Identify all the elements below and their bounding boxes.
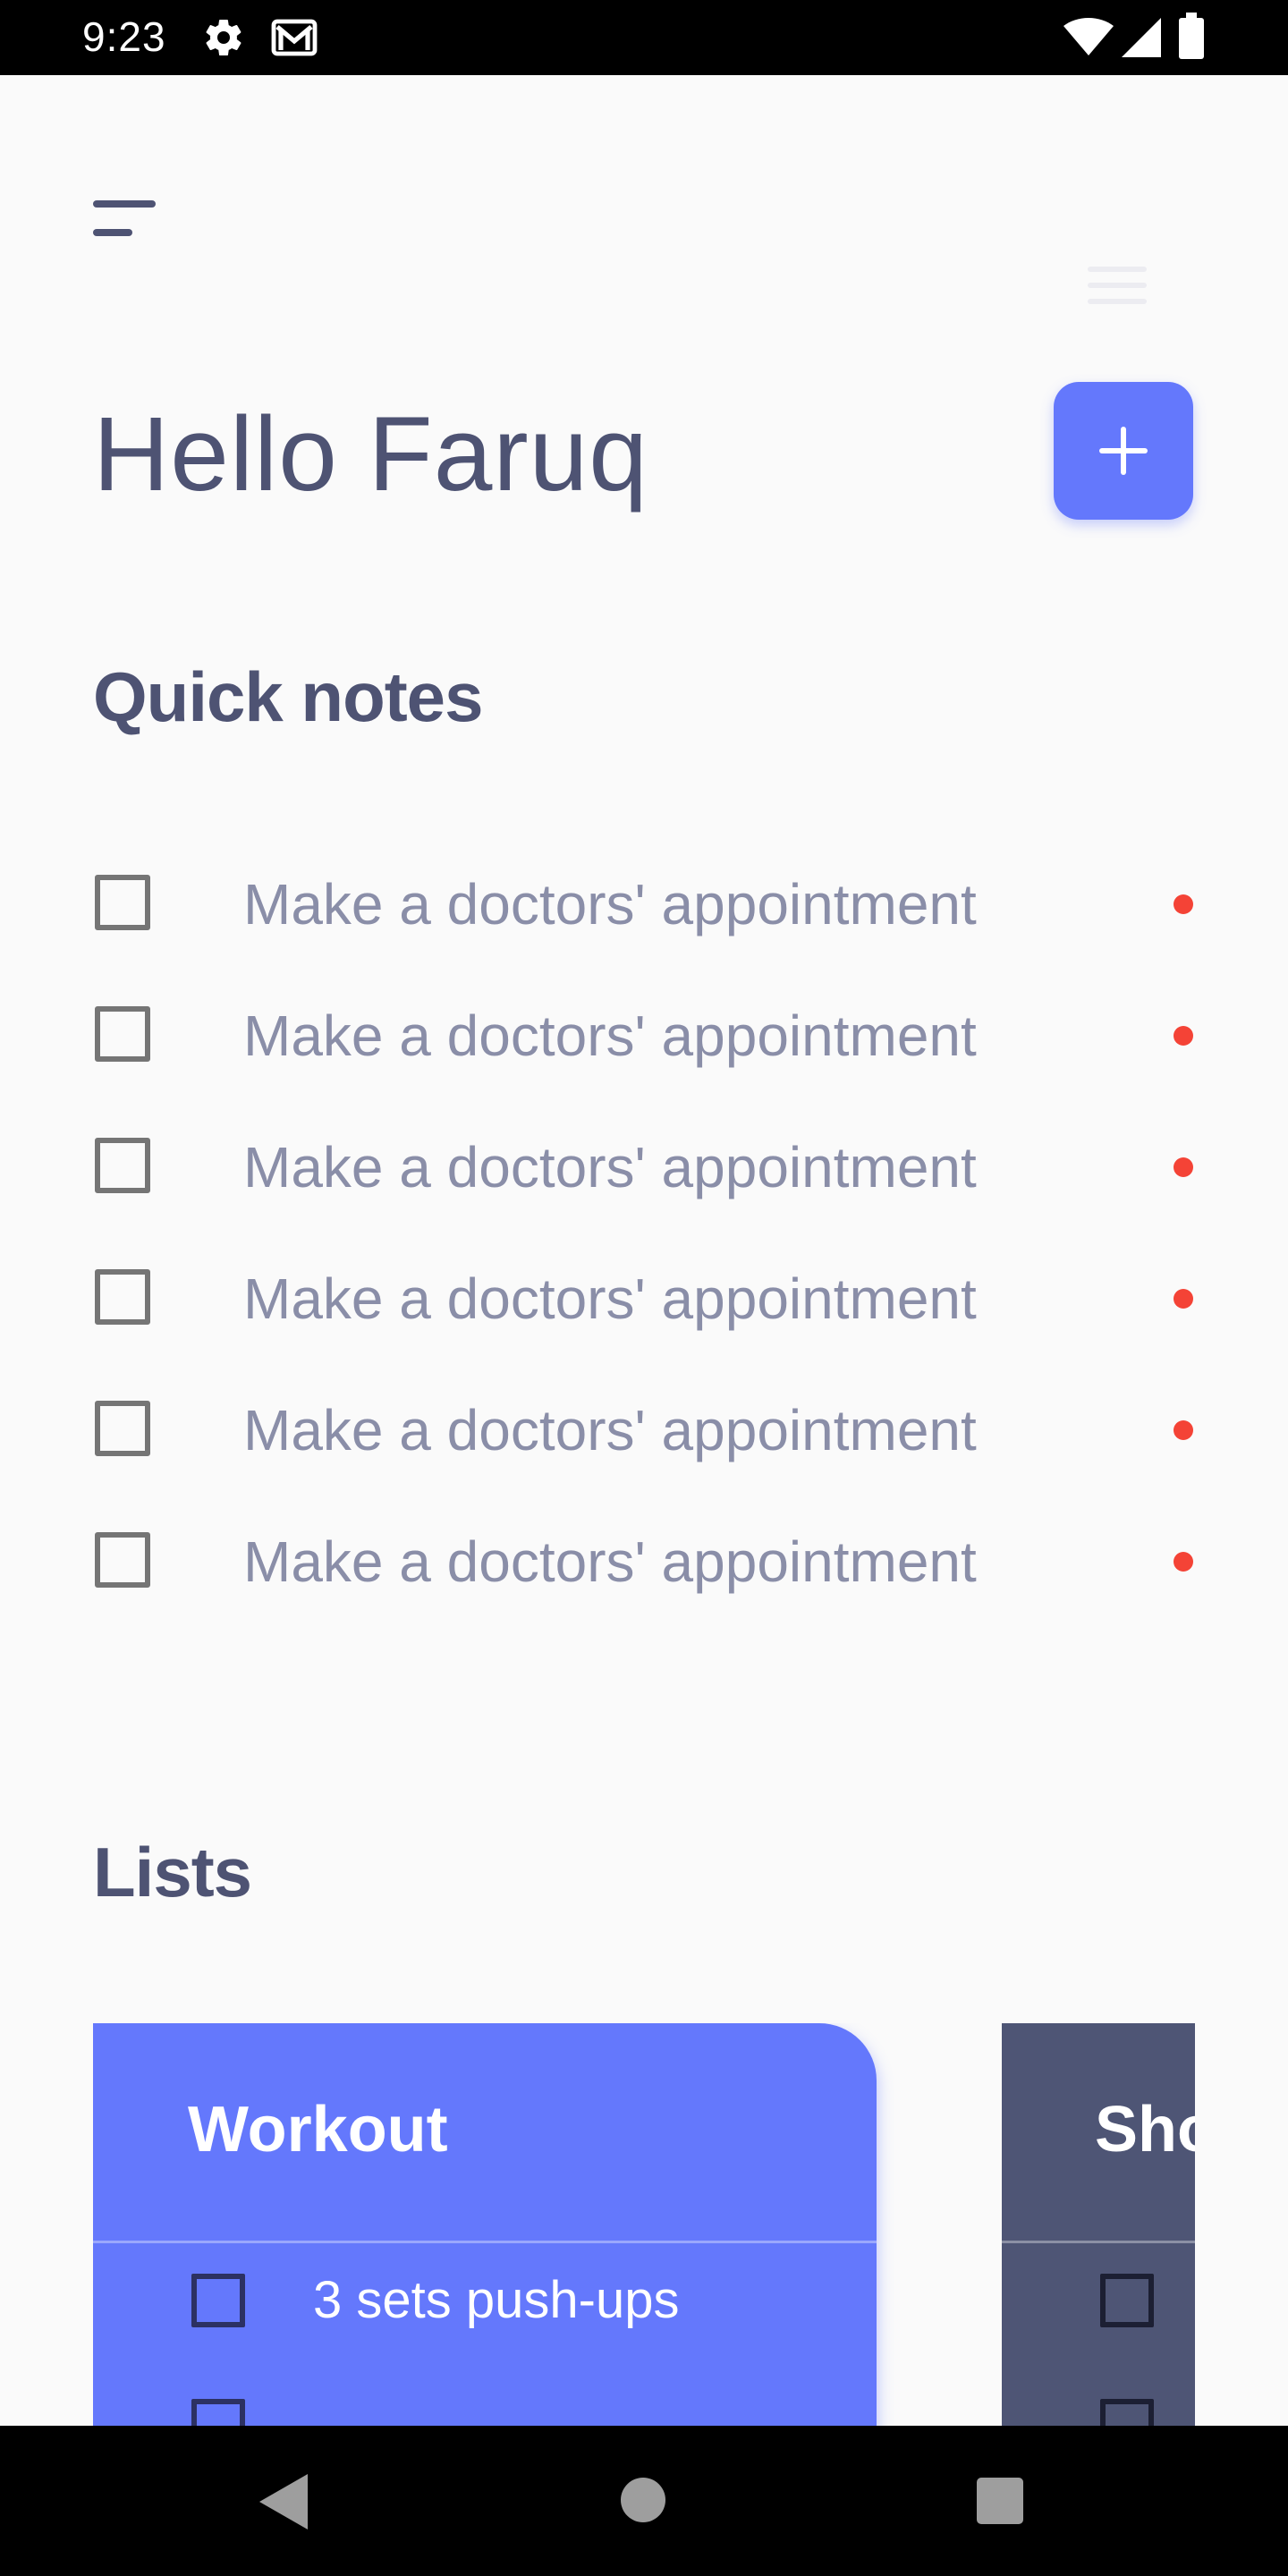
quick-note-item: Make a doctors' appointment (93, 987, 1195, 1076)
card-list-item (1002, 2274, 1195, 2381)
note-checkbox[interactable] (95, 1532, 150, 1588)
navigation-bar (0, 2426, 1288, 2576)
card-list-item (93, 2399, 877, 2426)
signal-icon (1122, 18, 1161, 57)
note-text: Make a doctors' appointment (243, 1398, 977, 1462)
options-menu-icon[interactable] (1088, 267, 1148, 309)
greeting-title: Hello Faruq (93, 395, 648, 513)
home-icon[interactable] (621, 2478, 665, 2522)
app-screen: Hello Faruq Quick notes Make a doctors' … (0, 75, 1288, 2426)
note-checkbox[interactable] (95, 1138, 150, 1193)
priority-dot (1174, 1552, 1193, 1572)
gmail-icon (271, 19, 318, 56)
priority-dot (1174, 1420, 1193, 1440)
card-item-checkbox[interactable] (1100, 2274, 1154, 2327)
note-text: Make a doctors' appointment (243, 872, 977, 936)
status-bar: 9:23 (0, 0, 1288, 75)
note-text: Make a doctors' appointment (243, 1267, 977, 1331)
card-title: Shopping (1095, 2094, 1195, 2165)
note-checkbox[interactable] (95, 875, 150, 930)
note-checkbox[interactable] (95, 1401, 150, 1456)
quick-note-item: Make a doctors' appointment (93, 1250, 1195, 1339)
card-item-text: 3 sets push-ups (313, 2271, 680, 2329)
card-list-item (1002, 2399, 1195, 2426)
list-card-workout[interactable]: Workout 3 sets push-ups (93, 2023, 877, 2426)
lists-carousel[interactable]: Workout 3 sets push-ups Shopping (93, 2023, 1195, 2426)
priority-dot (1174, 1157, 1193, 1177)
card-list-item: 3 sets push-ups (93, 2271, 877, 2381)
lists-title: Lists (93, 1833, 252, 1911)
quick-note-item: Make a doctors' appointment (93, 1513, 1195, 1602)
back-icon[interactable] (259, 2474, 308, 2529)
status-time: 9:23 (82, 13, 166, 60)
priority-dot (1174, 1026, 1193, 1046)
battery-icon (1179, 13, 1204, 59)
quick-note-item: Make a doctors' appointment (93, 1381, 1195, 1470)
quick-note-item: Make a doctors' appointment (93, 855, 1195, 945)
list-card-shopping[interactable]: Shopping (1002, 2023, 1195, 2426)
note-text: Make a doctors' appointment (243, 1530, 977, 1594)
drawer-menu-icon[interactable] (93, 200, 157, 254)
card-item-checkbox[interactable] (1100, 2399, 1154, 2426)
add-note-button[interactable] (1054, 382, 1193, 520)
note-checkbox[interactable] (95, 1006, 150, 1062)
recents-icon[interactable] (977, 2478, 1023, 2524)
note-text: Make a doctors' appointment (243, 1135, 977, 1199)
priority-dot (1174, 894, 1193, 914)
card-item-checkbox[interactable] (191, 2399, 245, 2426)
note-checkbox[interactable] (95, 1269, 150, 1325)
quick-note-item: Make a doctors' appointment (93, 1118, 1195, 1208)
note-text: Make a doctors' appointment (243, 1004, 977, 1068)
quick-notes-title: Quick notes (93, 657, 483, 736)
priority-dot (1174, 1289, 1193, 1309)
gear-icon (206, 20, 242, 56)
card-title: Workout (188, 2094, 448, 2165)
card-header: Shopping (1002, 2023, 1195, 2243)
card-header: Workout (93, 2023, 877, 2243)
wifi-icon (1063, 18, 1114, 55)
card-item-checkbox[interactable] (191, 2274, 245, 2327)
